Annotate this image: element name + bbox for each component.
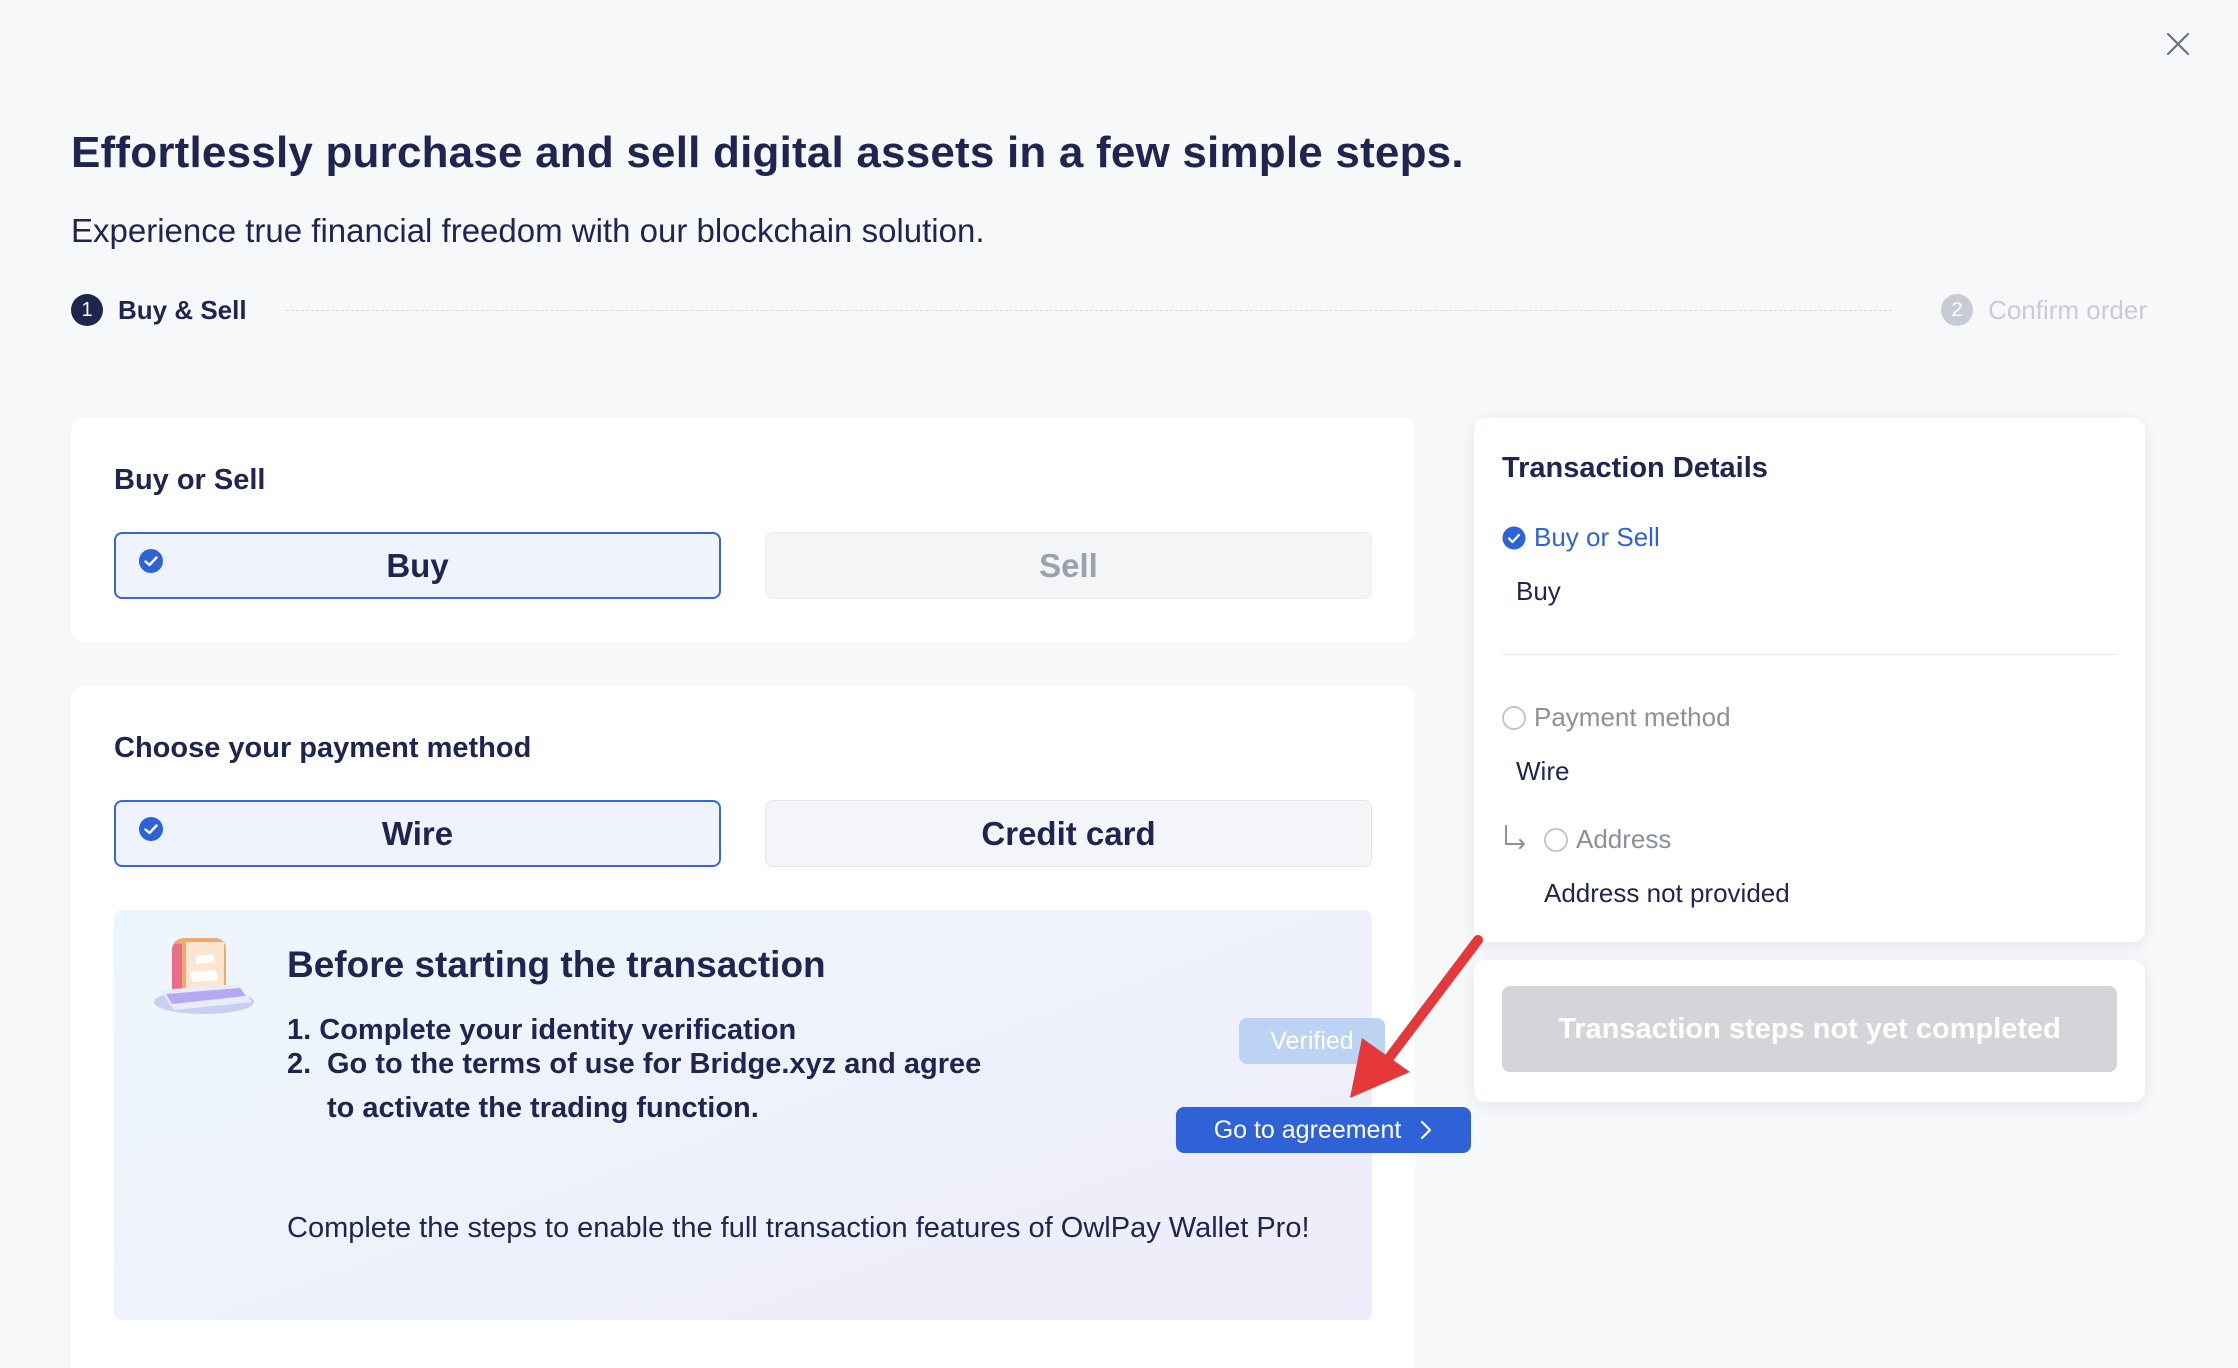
credit-card-option[interactable]: Credit card [765,800,1372,867]
step-label: Confirm order [1988,294,2147,325]
detail-value: Buy [1516,576,1561,606]
wire-option[interactable]: Wire [114,800,721,867]
sell-option[interactable]: Sell [765,532,1372,599]
step-number: 1 [71,294,103,326]
step-connector [286,310,1892,311]
check-circle-icon [139,817,163,841]
step-buy-sell: 1 Buy & Sell [71,292,247,328]
empty-circle-icon [1544,827,1568,852]
stepper: 1 Buy & Sell 2 Confirm order [71,292,2147,328]
page-subtitle: Experience true financial freedom with o… [71,212,985,249]
buy-option[interactable]: Buy [114,532,721,599]
close-button[interactable] [2156,22,2200,66]
page-title: Effortlessly purchase and sell digital a… [71,128,1464,177]
detail-label: Buy or Sell [1534,522,1660,552]
detail-label: Address [1576,824,1672,854]
detail-buy-or-sell: Buy or Sell [1502,522,1660,553]
detail-address: Address [1544,824,1671,855]
step-number: 2 [1941,294,1974,326]
close-icon [2166,32,2190,56]
buy-sell-heading: Buy or Sell [114,464,266,496]
detail-value: Address not provided [1544,878,1790,908]
document-illustration-icon [154,938,254,1014]
notice-title: Before starting the transaction [287,944,826,985]
pre-transaction-notice: Before starting the transaction 1. Compl… [114,910,1471,1320]
submit-button[interactable]: Transaction steps not yet completed [1502,986,2117,1072]
transaction-details-card: Transaction Details Buy or Sell Buy Paym… [1474,418,2145,942]
buy-sell-card: Buy or Sell Buy Sell [71,418,1415,642]
payment-method-heading: Choose your payment method [114,732,532,764]
sell-option-label: Sell [1039,546,1098,584]
empty-circle-icon [1502,705,1526,730]
verified-badge: Verified [1239,1018,1385,1064]
detail-label: Payment method [1534,702,1731,732]
check-circle-icon [1502,526,1526,549]
go-to-agreement-label: Go to agreement [1213,1115,1402,1144]
detail-payment-method: Payment method [1502,702,1731,733]
step-confirm-order: 2 Confirm order [1941,292,2147,328]
payment-method-card: Choose your payment method Wire Credit c… [71,686,1471,1368]
detail-value: Wire [1516,756,1570,786]
check-circle-icon [139,549,163,573]
credit-card-option-label: Credit card [981,814,1156,852]
divider [1502,654,2117,655]
wire-option-label: Wire [381,814,454,852]
step-label: Buy & Sell [118,294,247,325]
sub-arrow-icon [1505,825,1525,849]
notice-footer: Complete the steps to enable the full tr… [287,1212,1310,1244]
buy-option-label: Buy [386,546,449,584]
submit-card: Transaction steps not yet completed [1474,960,2145,1102]
step-text: Go to the terms of use for Bridge.xyz an… [327,1048,982,1124]
agreement-step: 2. Go to the terms of use for Bridge.xyz… [287,1042,1007,1130]
step-number: 2. [287,1048,312,1080]
transaction-details-title: Transaction Details [1502,452,1768,484]
chevron-right-icon [1421,1120,1432,1140]
go-to-agreement-button[interactable]: Go to agreement [1176,1107,1471,1153]
